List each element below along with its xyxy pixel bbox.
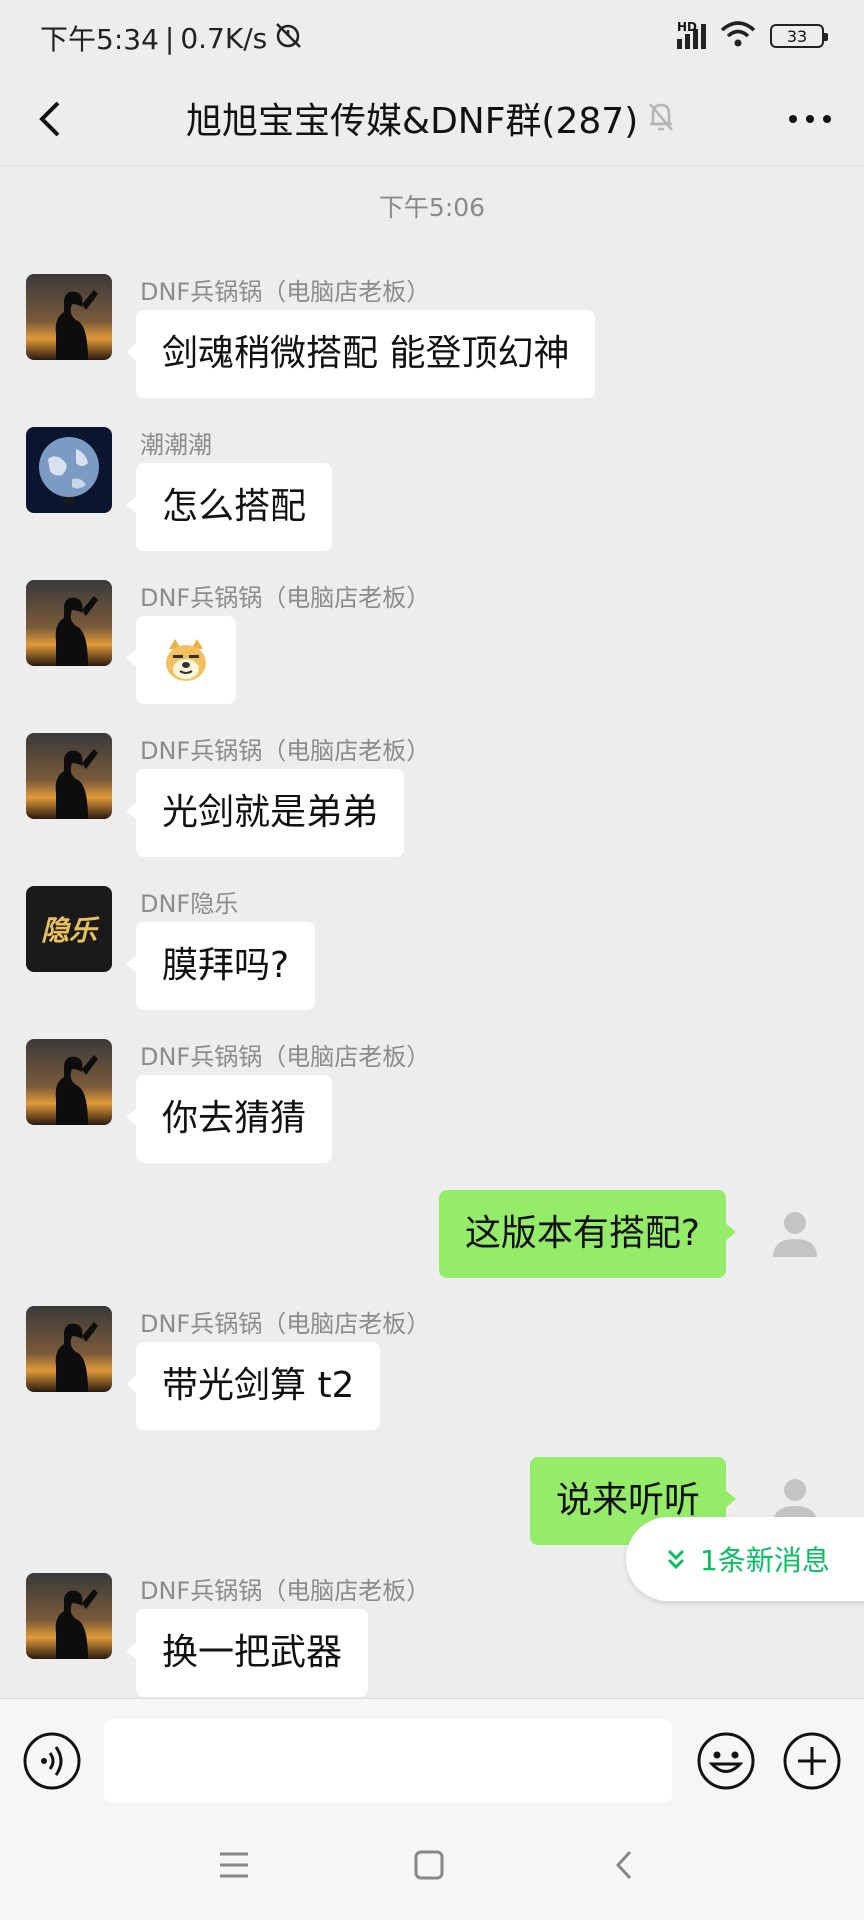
sender-name: DNF兵锅锅（电脑店老板） bbox=[140, 1310, 431, 1338]
system-nav-bar bbox=[0, 1822, 864, 1920]
chat-header: 旭旭宝宝传媒&DNF群(287) bbox=[0, 72, 864, 166]
home-button[interactable] bbox=[414, 1850, 444, 1884]
more-functions-button[interactable] bbox=[782, 1731, 842, 1795]
default-user-icon bbox=[773, 1212, 817, 1257]
salute-silhouette-avatar[interactable] bbox=[26, 1573, 112, 1659]
battery-level: 33 bbox=[786, 26, 808, 46]
chevron-left-icon bbox=[39, 101, 60, 137]
message-input[interactable] bbox=[104, 1719, 672, 1803]
more-dots-icon bbox=[789, 115, 831, 123]
sender-name: 潮潮潮 bbox=[140, 431, 212, 459]
salute-silhouette-avatar[interactable] bbox=[26, 580, 112, 666]
salute-silhouette-avatar[interactable] bbox=[26, 733, 112, 819]
chat-title: 旭旭宝宝传媒&DNF群(287) bbox=[186, 101, 639, 142]
wifi-icon bbox=[720, 20, 756, 52]
message-bubble[interactable]: 你去猜猜 bbox=[125, 1075, 333, 1163]
sender-name: DNF兵锅锅（电脑店老板） bbox=[140, 584, 431, 612]
more-options-button[interactable] bbox=[780, 94, 840, 144]
alarm-off-icon bbox=[273, 20, 303, 57]
sender-name: DNF兵锅锅（电脑店老板） bbox=[140, 1043, 431, 1071]
message-bubble[interactable]: 膜拜吗? bbox=[125, 922, 316, 1010]
chevron-left-icon bbox=[615, 1850, 632, 1880]
status-bar: 下午5:34 | 0.7K/s HD 33 bbox=[0, 0, 864, 72]
status-right: HD 33 bbox=[677, 20, 828, 52]
double-chevron-down-icon bbox=[667, 1549, 685, 1570]
sender-name: DNF兵锅锅（电脑店老板） bbox=[140, 737, 431, 765]
mute-bell-icon bbox=[646, 100, 676, 138]
plus-circle-icon bbox=[783, 1732, 841, 1790]
calligraphy-avatar[interactable]: 隐乐 bbox=[26, 886, 112, 972]
voice-button[interactable] bbox=[22, 1731, 82, 1795]
status-time: 下午5:34 bbox=[40, 23, 159, 56]
sender-name: DNF兵锅锅（电脑店老板） bbox=[140, 1577, 431, 1605]
status-divider: | bbox=[164, 21, 175, 55]
emoji-button[interactable] bbox=[696, 1731, 756, 1795]
salute-silhouette-avatar[interactable] bbox=[26, 1306, 112, 1392]
sticker-bubble[interactable] bbox=[126, 616, 236, 704]
salute-silhouette-avatar[interactable] bbox=[26, 1039, 112, 1125]
emoji-smile-icon bbox=[697, 1732, 755, 1790]
new-messages-label: 1条新消息 bbox=[700, 1544, 830, 1577]
avatar-text: 隐乐 bbox=[40, 914, 97, 947]
message-bubble[interactable]: 剑魂稍微搭配 能登顶幻神 bbox=[125, 310, 596, 398]
message-bubble[interactable]: 带光剑算 t2 bbox=[125, 1342, 381, 1430]
input-bar bbox=[0, 1698, 864, 1822]
recents-button[interactable] bbox=[218, 1850, 250, 1884]
my-avatar[interactable] bbox=[752, 1190, 838, 1276]
sender-name: DNF隐乐 bbox=[140, 890, 239, 918]
earth-avatar[interactable] bbox=[26, 427, 112, 513]
doge-sticker bbox=[166, 639, 206, 681]
back-button[interactable] bbox=[24, 94, 74, 144]
signal-icon: HD bbox=[677, 20, 706, 49]
menu-lines-icon bbox=[220, 1852, 248, 1878]
status-left: 下午5:34 | 0.7K/s bbox=[40, 18, 303, 58]
sender-name: DNF兵锅锅（电脑店老板） bbox=[140, 278, 431, 306]
home-square-icon bbox=[414, 1850, 444, 1880]
message-bubble[interactable]: 怎么搭配 bbox=[125, 463, 333, 551]
timestamp: 下午5:06 bbox=[378, 193, 486, 222]
battery-icon: 33 bbox=[770, 24, 828, 48]
new-messages-button[interactable]: 1条新消息 bbox=[626, 1517, 864, 1601]
salute-silhouette-avatar[interactable] bbox=[26, 274, 112, 360]
my-message-bubble[interactable]: 这版本有搭配? bbox=[438, 1190, 737, 1278]
network-label: HD bbox=[677, 19, 698, 34]
system-back-button[interactable] bbox=[614, 1850, 634, 1884]
voice-icon bbox=[23, 1732, 81, 1790]
message-bubble[interactable]: 换一把武器 bbox=[125, 1609, 369, 1697]
message-bubble[interactable]: 光剑就是弟弟 bbox=[125, 769, 405, 857]
network-speed: 0.7K/s bbox=[180, 21, 268, 55]
message-list[interactable]: 下午5:06 DNF兵锅锅（电脑店老板） 剑魂稍微搭配 能登顶幻神 潮潮潮 怎么… bbox=[0, 166, 864, 1698]
